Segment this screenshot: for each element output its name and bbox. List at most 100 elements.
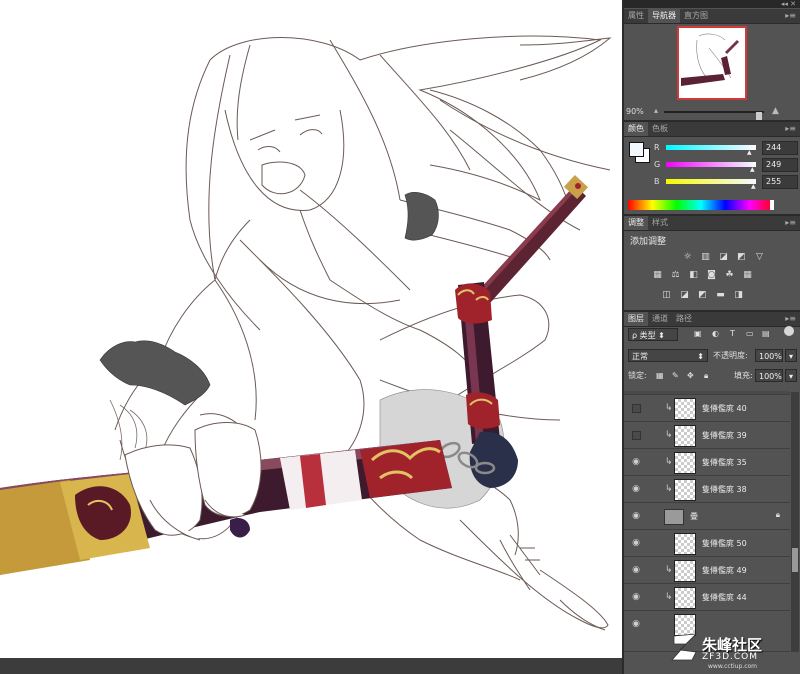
layer-name[interactable]: 曡 <box>690 511 698 522</box>
white-swatch[interactable] <box>770 200 774 210</box>
layer-name[interactable]: 隻僔儖庣 35 <box>702 457 747 468</box>
visibility-off-icon[interactable] <box>632 404 641 413</box>
zoom-slider[interactable] <box>664 111 764 120</box>
layers-menu-icon[interactable]: ▸≡ <box>785 312 796 326</box>
tab-adjustments[interactable]: 调整 <box>624 216 648 230</box>
vibrance-icon[interactable]: ▽ <box>754 252 765 263</box>
zoom-slider-knob[interactable] <box>756 112 762 120</box>
panel-menu-icon[interactable]: ▸≡ <box>785 9 796 23</box>
navigator-preview[interactable] <box>677 26 747 100</box>
blue-slider[interactable] <box>666 179 756 184</box>
collapse-icon[interactable]: ◂◂ ✕ <box>781 0 796 8</box>
zoom-out-icon[interactable]: ▴ <box>654 106 658 115</box>
filter-toggle-icon[interactable] <box>784 326 794 336</box>
filter-pixel-icon[interactable]: ▣ <box>694 327 702 341</box>
fill-field[interactable]: 100% <box>755 369 783 382</box>
layer-group-row[interactable]: ◉ 曡 🔒︎ <box>624 503 790 530</box>
layer-name[interactable]: 隻僔儖庣 40 <box>702 403 747 414</box>
gradient-map-icon[interactable]: ◨ <box>733 290 744 301</box>
color-spectrum[interactable] <box>628 200 774 210</box>
exposure-icon[interactable]: ◩ <box>736 252 747 263</box>
filter-type-icon[interactable]: T <box>730 327 735 341</box>
lock-all-icon[interactable]: 🔒︎ <box>704 369 708 383</box>
scrollbar-thumb[interactable] <box>792 548 798 572</box>
layer-name[interactable]: 隻僔儖庣 50 <box>702 538 747 549</box>
navigator-tabs: 属性 导航器 直方图 ▸≡ <box>624 9 800 24</box>
layer-name[interactable]: 隻僔儖庣 44 <box>702 592 747 603</box>
layer-row[interactable]: ◉ ↳ 隻僔儖庣 38 <box>624 476 790 503</box>
layer-name[interactable]: 隻僔儖庣 38 <box>702 484 747 495</box>
blue-value-field[interactable]: 255 <box>762 175 798 189</box>
blue-slider-knob[interactable]: ▲ <box>751 183 756 190</box>
tab-swatches[interactable]: 色板 <box>648 122 672 136</box>
zoom-in-icon[interactable]: ▲ <box>772 106 779 116</box>
layer-filter-select[interactable]: ρ 类型 ⬍ <box>628 328 678 341</box>
lock-position-icon[interactable]: ✥ <box>687 369 694 383</box>
tab-navigator[interactable]: 导航器 <box>648 9 680 23</box>
color-lookup-icon[interactable]: ▦ <box>742 270 753 281</box>
layer-name[interactable]: 隻僔儖庣 49 <box>702 565 747 576</box>
layer-name[interactable]: 隻僔儖庣 39 <box>702 430 747 441</box>
color-menu-icon[interactable]: ▸≡ <box>785 122 796 136</box>
lock-pixels-icon[interactable]: ✎ <box>672 369 679 383</box>
levels-icon[interactable]: ▥ <box>700 252 711 263</box>
green-slider-knob[interactable]: ▲ <box>750 166 755 173</box>
adjustments-menu-icon[interactable]: ▸≡ <box>785 216 796 230</box>
visibility-off-icon[interactable] <box>632 431 641 440</box>
layers-scrollbar[interactable] <box>791 392 799 652</box>
layer-row[interactable]: ◉ ↳ 隻僔儖庣 49 <box>624 557 790 584</box>
channel-mixer-icon[interactable]: ☘ <box>724 270 735 281</box>
document-canvas[interactable] <box>0 0 622 658</box>
layer-row[interactable]: ↳ 隻僔儖庣 40 <box>624 395 790 422</box>
invert-icon[interactable]: ◫ <box>661 290 672 301</box>
eye-icon[interactable]: ◉ <box>631 565 641 575</box>
lock-transparency-icon[interactable]: ▦ <box>656 369 664 383</box>
posterize-icon[interactable]: ◪ <box>679 290 690 301</box>
tab-channels[interactable]: 通道 <box>648 312 672 326</box>
zoom-level[interactable]: 90% <box>626 107 644 116</box>
photo-filter-icon[interactable]: ◙ <box>706 270 717 281</box>
opacity-dropdown-icon[interactable]: ▾ <box>785 349 797 362</box>
tab-histogram[interactable]: 直方图 <box>680 9 712 23</box>
eye-icon[interactable]: ◉ <box>631 511 641 521</box>
red-value-field[interactable]: 244 <box>762 141 798 155</box>
panel-dock: ◂◂ ✕ 属性 导航器 直方图 ▸≡ 90% ▴ ▲ 颜色 色板 ▸≡ R ▲ … <box>624 0 800 674</box>
brightness-contrast-icon[interactable]: ☼ <box>682 252 693 263</box>
curves-icon[interactable]: ◪ <box>718 252 729 263</box>
selective-color-icon[interactable]: ▬ <box>715 290 726 301</box>
eye-icon[interactable]: ◉ <box>631 592 641 602</box>
clipping-mask-icon: ↳ <box>665 565 673 575</box>
opacity-field[interactable]: 100% <box>755 349 783 362</box>
layer-row[interactable]: ↳ 隻僔儖庣 39 <box>624 422 790 449</box>
layer-row[interactable]: ◉ ↳ 隻僔儖庣 35 <box>624 449 790 476</box>
hue-saturation-icon[interactable]: ▦ <box>652 270 663 281</box>
threshold-icon[interactable]: ◩ <box>697 290 708 301</box>
filter-smart-object-icon[interactable]: ▤ <box>762 327 770 341</box>
tab-styles[interactable]: 样式 <box>648 216 672 230</box>
tab-properties[interactable]: 属性 <box>624 9 648 23</box>
layer-thumbnail <box>674 479 696 501</box>
green-value-field[interactable]: 249 <box>762 158 798 172</box>
filter-adjustment-icon[interactable]: ◐ <box>712 327 719 341</box>
black-white-icon[interactable]: ◧ <box>688 270 699 281</box>
eye-icon[interactable]: ◉ <box>631 538 641 548</box>
eye-icon[interactable]: ◉ <box>631 619 641 629</box>
layer-row[interactable]: ◉ 隻僔儖庣 50 <box>624 530 790 557</box>
eye-icon[interactable]: ◉ <box>631 484 641 494</box>
filter-shape-icon[interactable]: ▭ <box>746 327 754 341</box>
red-slider-knob[interactable]: ▲ <box>747 149 752 156</box>
tab-paths[interactable]: 路径 <box>672 312 696 326</box>
color-balance-icon[interactable]: ⚖ <box>670 270 681 281</box>
eye-icon[interactable]: ◉ <box>631 457 641 467</box>
fill-dropdown-icon[interactable]: ▾ <box>785 369 797 382</box>
blue-label: B <box>654 177 660 186</box>
tab-layers[interactable]: 图层 <box>624 312 648 326</box>
red-slider[interactable] <box>666 145 756 150</box>
blend-mode-select[interactable]: 正常 ⬍ <box>628 349 708 362</box>
lock-icon: 🔒︎ <box>775 510 780 519</box>
watermark-domain: ZF3D.COM <box>702 652 758 662</box>
green-slider[interactable] <box>666 162 756 167</box>
layer-row[interactable]: ◉ ↳ 隻僔儖庣 44 <box>624 584 790 611</box>
foreground-color-swatch[interactable] <box>629 142 644 157</box>
tab-color[interactable]: 颜色 <box>624 122 648 136</box>
